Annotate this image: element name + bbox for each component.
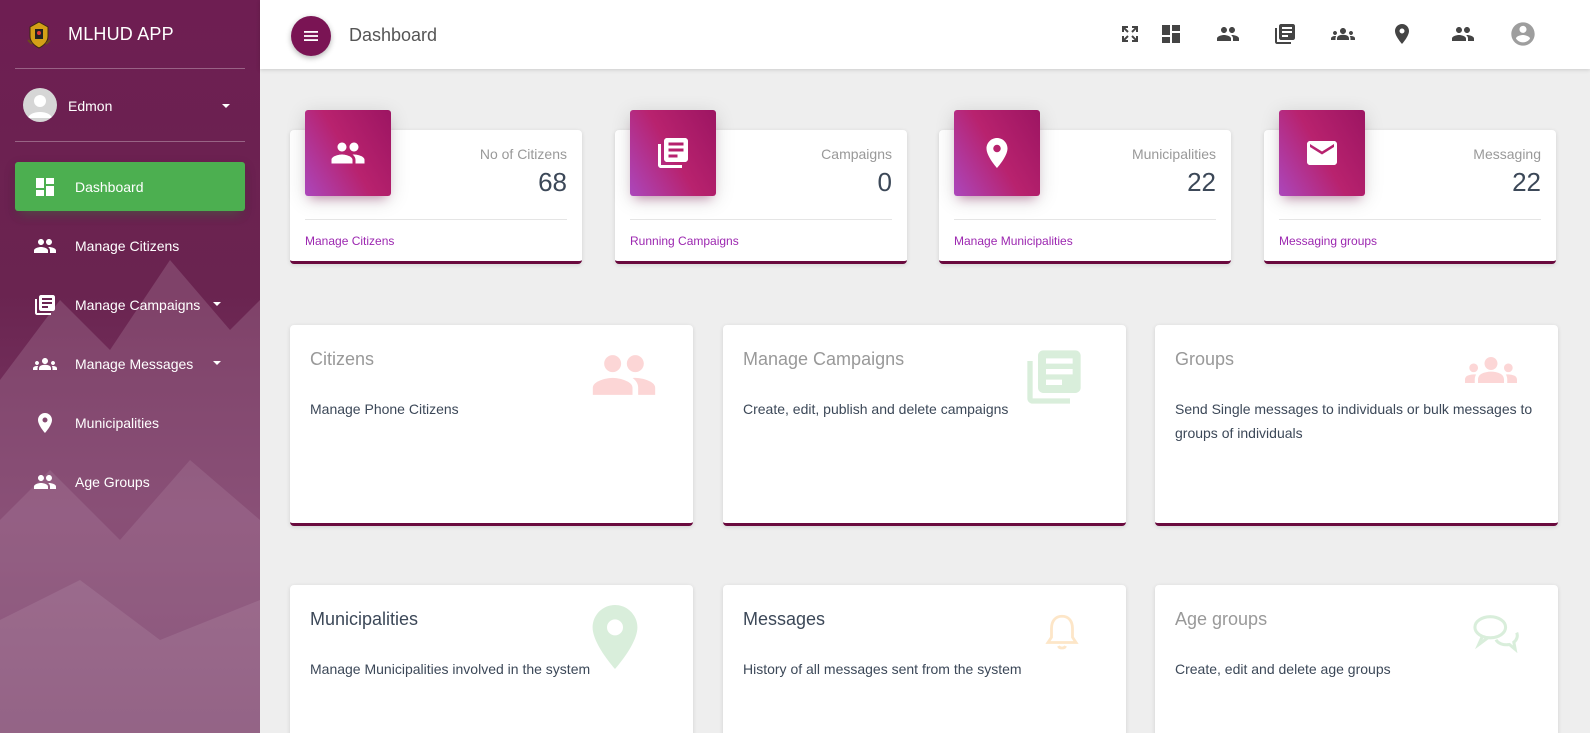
bell-icon [1045,614,1079,650]
stat-icon-box [954,110,1040,196]
card-municipalities[interactable]: Municipalities Manage Municipalities inv… [290,585,693,733]
sidebar-divider [15,141,245,142]
group-icon [1465,357,1517,383]
stat-card-citizens: No of Citizens 68 Manage Citizens [290,110,582,264]
card-title: Manage Campaigns [743,349,905,369]
account-circle-icon[interactable] [1509,20,1537,48]
stat-divider [1279,219,1541,220]
top-navbar: Dashboard [260,0,1590,69]
group-icon [33,358,57,370]
stat-category: Municipalities [1131,146,1216,162]
stat-footer-link[interactable]: Running Campaigns [630,234,739,248]
card-description: Create, edit and delete age groups [1175,661,1391,677]
group-icon[interactable] [1331,22,1355,46]
sidebar-divider [15,68,245,69]
sidebar: MLHUD APP Edmon Dashboard Manage Citizen… [0,0,260,733]
card-messages[interactable]: Messages History of all messages sent fr… [723,585,1126,733]
library-books-icon [35,295,55,315]
coat-of-arms-logo [27,21,51,49]
chevron-down-icon [213,302,221,306]
stat-category: No of Citizens [479,146,567,162]
people-icon [331,142,365,164]
stat-value: 22 [1512,167,1541,197]
sidebar-item-label: Municipalities [75,415,160,431]
card-title: Municipalities [310,609,419,629]
stat-card-campaigns: Campaigns 0 Running Campaigns [615,110,907,264]
sidebar-item-label: Dashboard [75,179,144,195]
library-books-icon [658,138,688,168]
sidebar-item-age-groups[interactable]: Age Groups [15,457,245,506]
user-menu[interactable]: Edmon [0,88,260,124]
sidebar-item-label: Manage Citizens [75,238,180,254]
sidebar-item-manage-messages[interactable]: Manage Messages [15,339,245,388]
stat-value: 22 [1187,167,1216,197]
stat-footer-link[interactable]: Manage Citizens [305,234,394,248]
stat-value: 0 [877,167,892,197]
user-avatar-icon [28,95,52,118]
card-description: Send Single messages to individuals or b… [1175,401,1533,441]
stat-icon-box [630,110,716,196]
sidebar-item-label: Manage Campaigns [75,297,201,313]
chevron-down-icon [213,361,221,365]
stat-category: Messaging [1473,146,1541,162]
sidebar-item-manage-campaigns[interactable]: Manage Campaigns [15,280,245,329]
sidebar-item-label: Age Groups [75,474,150,490]
stat-footer-link[interactable]: Manage Municipalities [954,234,1073,248]
sidebar-item-label: Manage Messages [75,356,194,372]
card-title: Age groups [1175,609,1268,629]
mail-icon [1307,141,1337,165]
stat-value: 68 [538,167,567,197]
dashboard-icon[interactable] [1159,22,1183,46]
brand[interactable]: MLHUD APP [0,0,260,69]
sidebar-item-municipalities[interactable]: Municipalities [15,398,245,447]
stat-card-messaging: Messaging 22 Messaging groups [1264,110,1556,264]
people-icon [592,355,656,395]
hamburger-icon [304,31,318,41]
card-title: Groups [1175,349,1235,369]
app-title: MLHUD APP [68,24,174,44]
sidebar-item-dashboard[interactable]: Dashboard [15,162,245,211]
card-age-groups[interactable]: Age groups Create, edit and delete age g… [1155,585,1558,733]
library-books-icon[interactable] [1273,22,1297,46]
people-icon [34,475,56,489]
page-title: Dashboard [349,25,438,45]
user-name: Edmon [68,98,113,114]
avatar [23,88,57,122]
people-icon[interactable] [1451,22,1475,46]
dashboard-icon [36,178,54,196]
people-icon[interactable] [1216,22,1240,46]
card-citizens[interactable]: Citizens Manage Phone Citizens [290,325,693,526]
stat-category: Campaigns [821,146,892,162]
location-pin-icon [38,413,52,433]
people-icon [34,239,56,253]
location-pin-icon [986,138,1008,168]
location-pin-icon[interactable] [1390,22,1414,46]
card-title: Messages [743,609,826,629]
sidebar-item-manage-citizens[interactable]: Manage Citizens [15,221,245,270]
chat-bubbles-icon [1473,615,1519,653]
location-pin-icon [592,605,638,669]
card-manage-campaigns[interactable]: Manage Campaigns Create, edit, publish a… [723,325,1126,526]
card-title: Citizens [310,349,375,369]
stat-icon-box [1279,110,1365,196]
menu-toggle-button[interactable] [291,16,331,56]
stat-divider [630,219,892,220]
chevron-down-icon [222,104,230,108]
card-groups[interactable]: Groups Send Single messages to individua… [1155,325,1558,526]
library-books-icon [1027,350,1081,404]
stat-icon-box [305,110,391,196]
stat-card-municipalities: Municipalities 22 Manage Municipalities [939,110,1231,264]
fullscreen-icon[interactable] [1118,22,1142,46]
stat-divider [305,219,567,220]
stat-footer-link[interactable]: Messaging groups [1279,234,1377,248]
stat-divider [954,219,1216,220]
card-description: Manage Phone Citizens [310,401,459,417]
card-description: History of all messages sent from the sy… [743,661,1022,677]
